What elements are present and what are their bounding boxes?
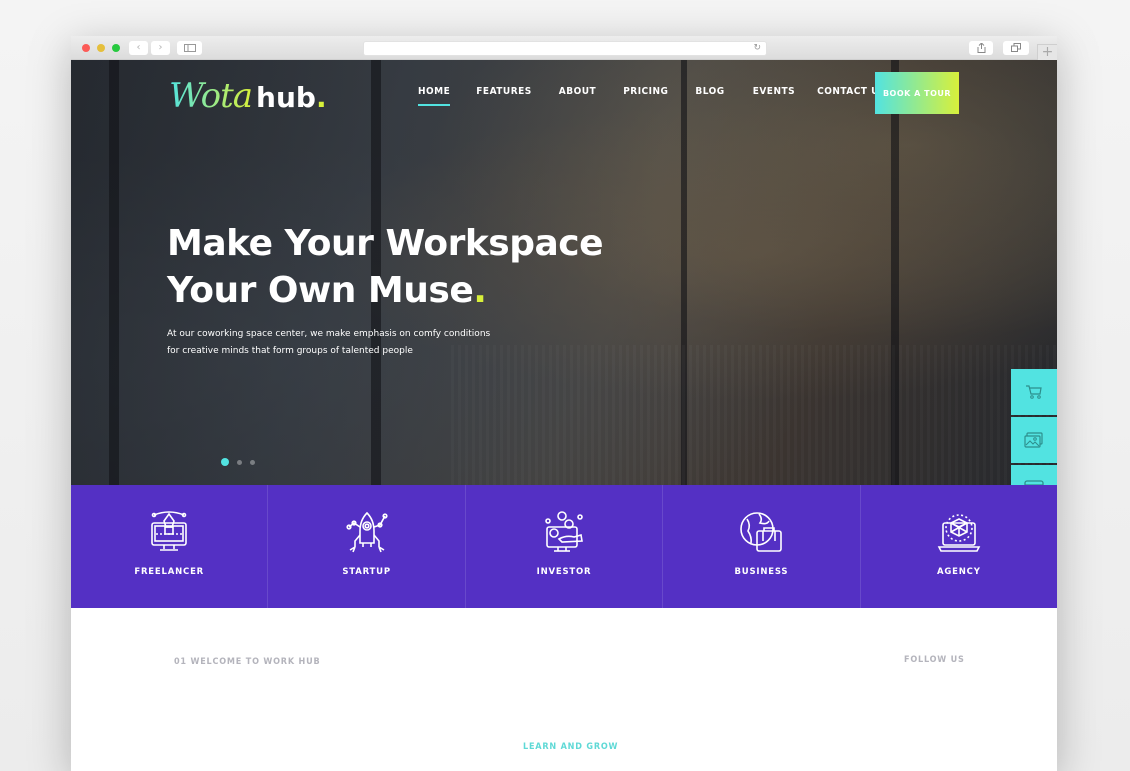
gallery-icon (1024, 431, 1043, 448)
tabs-overview-button[interactable] (1003, 41, 1029, 55)
minimize-window-button[interactable] (97, 44, 105, 52)
browser-window: ‹ › ↻ + Wota hub . HOME FEATURES ABOUT P… (71, 36, 1057, 771)
browser-toolbar: ‹ › ↻ + (71, 36, 1057, 60)
logo-dot: . (315, 81, 327, 114)
category-label: STARTUP (342, 567, 391, 577)
address-bar[interactable]: ↻ (363, 41, 767, 56)
hero-heading-line-2: Your Own Muse (167, 270, 474, 311)
reload-icon[interactable]: ↻ (753, 42, 761, 55)
audience-categories: FREELANCER STARTUP INVESTOR BUSINESS AGE… (71, 485, 1057, 608)
cart-icon (1026, 385, 1042, 399)
forward-button[interactable]: › (151, 41, 170, 55)
sidebar-toggle-button[interactable] (177, 41, 202, 55)
hero-subtitle-line-2: for creative minds that form groups of t… (167, 346, 413, 356)
book-a-tour-button[interactable]: BOOK A TOUR (875, 72, 959, 114)
hero-heading-dot: . (473, 270, 487, 311)
hero-subtitle: At our coworking space center, we make e… (167, 326, 507, 360)
main-navigation: HOME FEATURES ABOUT PRICING BLOG EVENTS … (418, 86, 886, 106)
hero-heading: Make Your Workspace Your Own Muse. (167, 220, 604, 314)
window-button[interactable] (1011, 465, 1057, 485)
hero-subtitle-line-1: At our coworking space center, we make e… (167, 329, 491, 339)
cube-laptop-icon (937, 514, 981, 552)
category-freelancer[interactable]: FREELANCER (71, 485, 269, 608)
category-label: AGENCY (936, 567, 981, 577)
nav-features[interactable]: FEATURES (476, 86, 531, 97)
category-business[interactable]: BUSINESS (663, 485, 861, 608)
globe-briefcase-icon (740, 512, 783, 552)
slider-pagination (221, 458, 255, 466)
logo-script: Wota (169, 76, 253, 116)
new-tab-button[interactable]: + (1037, 44, 1057, 60)
follow-us-label: FOLLOW US (904, 655, 965, 665)
hero-heading-line-2-wrap: Your Own Muse. (167, 267, 603, 314)
category-agency[interactable]: AGENCY (861, 485, 1057, 608)
welcome-section-label: 01 WELCOME TO WORK HUB (174, 657, 321, 667)
close-window-button[interactable] (82, 44, 90, 52)
category-label: INVESTOR (536, 567, 592, 577)
side-toolbar (1011, 369, 1057, 485)
slide-dot-3[interactable] (250, 459, 255, 465)
category-startup[interactable]: STARTUP (268, 485, 466, 608)
hero-slider: Wota hub . HOME FEATURES ABOUT PRICING B… (71, 60, 1057, 485)
nav-events[interactable]: EVENTS (753, 86, 795, 97)
nav-home[interactable]: HOME (418, 86, 451, 106)
category-label: BUSINESS (734, 567, 789, 577)
share-icon (977, 42, 985, 53)
rocket-icon (346, 511, 388, 553)
share-button[interactable] (969, 41, 993, 55)
pen-monitor-icon (151, 511, 188, 551)
slide-dot-2[interactable] (237, 459, 242, 465)
nav-about[interactable]: ABOUT (559, 86, 596, 97)
cart-button[interactable] (1011, 369, 1057, 415)
learn-and-grow-label: LEARN AND GROW (523, 742, 619, 752)
logo-word: hub (256, 81, 316, 114)
welcome-section: 01 WELCOME TO WORK HUB FOLLOW US LEARN A… (71, 608, 1057, 771)
tabs-icon (1011, 43, 1021, 52)
back-button[interactable]: ‹ (129, 41, 148, 55)
nav-blog[interactable]: BLOG (695, 86, 724, 97)
maximize-window-button[interactable] (112, 44, 120, 52)
coins-monitor-icon (545, 511, 583, 552)
category-label: FREELANCER (134, 567, 205, 577)
nav-pricing[interactable]: PRICING (623, 86, 668, 97)
browser-window-icon (1024, 480, 1044, 485)
hero-heading-line-1: Make Your Workspace (167, 223, 604, 264)
category-investor[interactable]: INVESTOR (466, 485, 664, 608)
sidebar-icon (183, 44, 196, 52)
site-logo[interactable]: Wota hub . (169, 76, 327, 116)
gallery-button[interactable] (1011, 417, 1057, 463)
slide-dot-1[interactable] (221, 458, 229, 466)
